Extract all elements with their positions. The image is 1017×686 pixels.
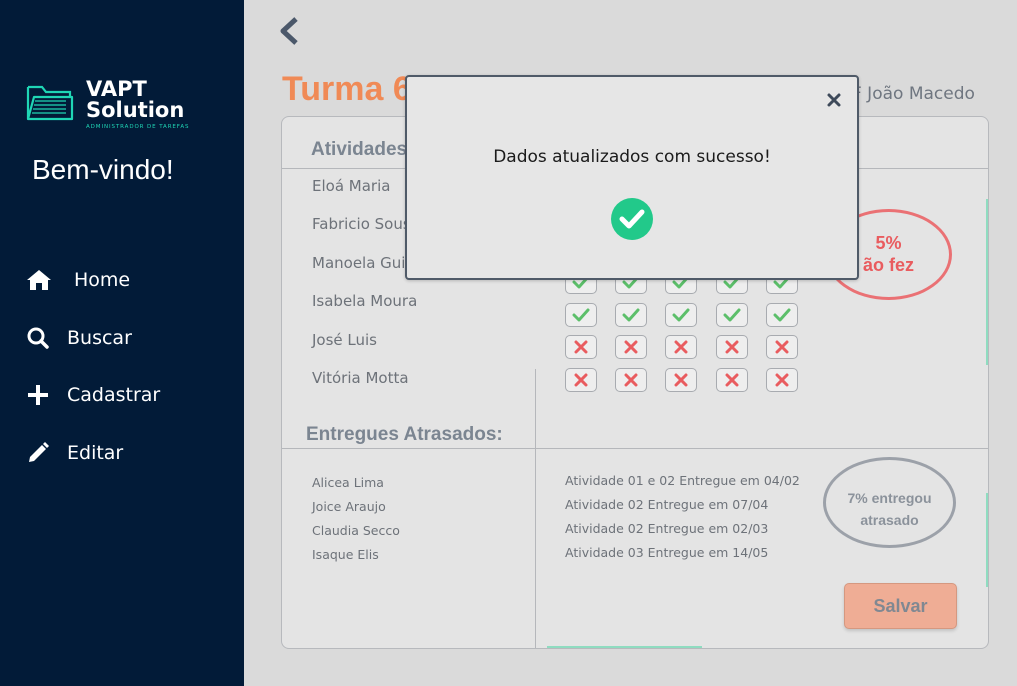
check-box[interactable] — [765, 302, 798, 327]
sidebar-item-editar[interactable]: Editar — [26, 439, 236, 467]
check-icon — [572, 308, 590, 321]
activities-title: Atividades — [311, 139, 408, 160]
list-item: Isaque Elis — [312, 547, 379, 562]
check-box[interactable] — [665, 302, 698, 327]
list-item: Alicea Lima — [312, 475, 384, 490]
list-item: Atividade 02 Entregue em 02/03 — [565, 521, 769, 536]
list-item: Manoela Guin — [312, 253, 415, 272]
scrollbar[interactable] — [986, 199, 988, 365]
cross-box[interactable] — [765, 335, 798, 359]
student-list: Eloá Maria Fabricio Sous Manoela Guin Is… — [312, 177, 417, 407]
cross-icon — [775, 373, 789, 386]
list-item: Claudia Secco — [312, 523, 400, 538]
list-item: José Luis — [312, 330, 377, 349]
list-item: Vitória Motta — [312, 368, 409, 387]
cross-box[interactable] — [565, 335, 597, 359]
late-student-list: Alicea Lima Joice Araujo Claudia Secco I… — [312, 475, 400, 571]
success-modal: Dados atualizados com sucesso! — [405, 75, 859, 280]
cross-box[interactable] — [565, 367, 597, 392]
cross-box[interactable] — [765, 367, 798, 392]
cross-icon — [574, 373, 588, 386]
check-box[interactable] — [715, 302, 748, 327]
cross-icon — [624, 373, 638, 386]
cross-box[interactable] — [715, 335, 748, 359]
cross-icon — [725, 373, 739, 386]
success-check-icon — [611, 198, 653, 240]
cross-icon — [674, 340, 688, 354]
activity-grid — [565, 270, 816, 400]
welcome-text: Bem-vindo! — [32, 154, 174, 185]
divider — [282, 448, 988, 449]
modal-message: Dados atualizados com sucesso! — [493, 147, 771, 167]
cross-box[interactable] — [615, 367, 648, 392]
page-title: Turma 6 — [282, 70, 412, 108]
check-icon — [773, 308, 791, 321]
check-icon — [672, 308, 690, 321]
check-icon — [723, 308, 741, 321]
sidebar: VAPT Solution ADMINISTRADOR DE TAREFAS B… — [0, 0, 244, 686]
check-box[interactable] — [565, 302, 597, 327]
back-chevron-icon[interactable] — [276, 16, 302, 46]
scrollbar[interactable] — [547, 646, 702, 648]
list-item: Fabricio Sous — [312, 215, 411, 234]
cross-icon — [624, 340, 638, 354]
late-percentage: 7% entregou atrasado — [823, 457, 956, 548]
brand-name: VAPT Solution — [86, 77, 185, 122]
cross-icon — [574, 340, 588, 354]
list-item: Isabela Moura — [312, 292, 418, 311]
late-title: Entregues Atrasados: — [306, 424, 503, 445]
cross-icon — [775, 340, 789, 354]
brand-subtitle: ADMINISTRADOR DE TAREFAS — [86, 124, 190, 130]
plus-icon — [28, 385, 48, 405]
close-icon[interactable] — [825, 91, 843, 109]
brand-logo: VAPT Solution ADMINISTRADOR DE TAREFAS — [26, 79, 196, 135]
grid-row — [565, 367, 816, 401]
check-icon — [622, 308, 640, 321]
cross-box[interactable] — [665, 367, 698, 392]
scrollbar[interactable] — [986, 493, 988, 587]
folder-icon — [26, 85, 74, 121]
list-item: Eloá Maria — [312, 177, 391, 195]
cross-box[interactable] — [615, 335, 648, 359]
list-item: Atividade 02 Entregue em 07/04 — [565, 497, 769, 512]
check-box[interactable] — [615, 302, 648, 327]
list-item: Atividade 03 Entregue em 14/05 — [565, 545, 769, 560]
pencil-icon — [29, 441, 49, 462]
cross-box[interactable] — [665, 335, 698, 359]
search-icon — [27, 327, 49, 349]
sidebar-item-home[interactable]: Home — [26, 266, 236, 294]
home-icon — [27, 270, 51, 290]
cross-icon — [674, 373, 688, 386]
grid-row — [565, 302, 816, 336]
teacher-name: F João Macedo — [852, 84, 975, 104]
grid-row — [565, 335, 816, 368]
late-activity-list: Atividade 01 e 02 Entregue em 04/02 Ativ… — [565, 473, 800, 569]
sidebar-item-cadastrar[interactable]: Cadastrar — [26, 381, 236, 409]
cross-icon — [725, 340, 739, 354]
list-item: Joice Araujo — [312, 499, 386, 514]
cross-box[interactable] — [715, 367, 748, 392]
sidebar-item-buscar[interactable]: Buscar — [26, 324, 236, 352]
sidebar-nav: Home Buscar Cadastrar Editar — [26, 266, 236, 496]
save-button[interactable]: Salvar — [844, 583, 957, 629]
list-item: Atividade 01 e 02 Entregue em 04/02 — [565, 473, 800, 488]
divider — [535, 369, 536, 648]
